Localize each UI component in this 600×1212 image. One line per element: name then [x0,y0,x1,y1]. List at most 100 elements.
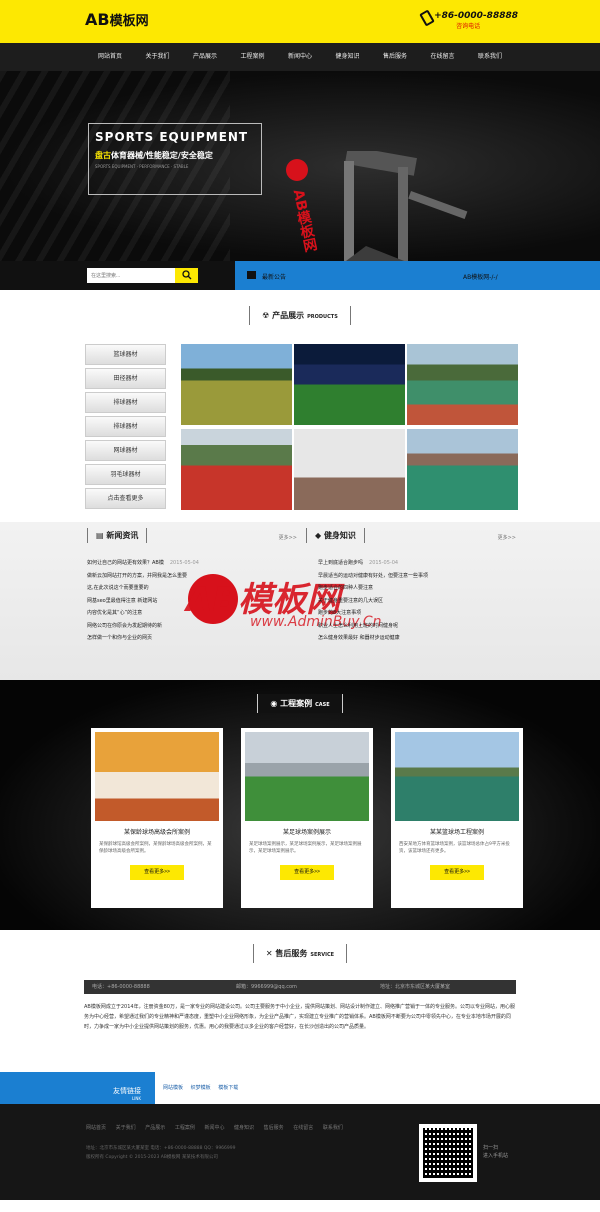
category-item[interactable]: 羽毛球器材 [85,464,166,485]
case-more-button[interactable]: 查看更多>> [430,865,484,880]
case-more-button[interactable]: 查看更多>> [280,865,334,880]
knowledge-heading: ◆ 健身知识 [306,528,365,543]
knowledge-item[interactable]: 跑步的8大注意事项 [318,607,516,620]
product-image-green-court[interactable] [407,429,518,510]
knowledge-more-link[interactable]: 更多>> [498,534,516,541]
product-image-court[interactable] [407,344,518,425]
news-item[interactable]: 内容优化是其“心”的注意 [87,607,297,620]
contact-email: 邮箱：9966999@qq.com [236,984,297,990]
service-section: ✕ 售后服务 SERVICE 电话：+86-0000-88888 邮箱：99669… [0,930,600,1072]
hero-banner[interactable]: SPORTS EQUIPMENT 盘古体育器械/性能稳定/安全稳定 SPORTS… [0,71,600,261]
news-section: AB模板网 www.AdminBuy.Cn ▤ 新闻资讯 更多>> 如何让自己的… [0,522,600,680]
site-logo[interactable]: AB模板网 [85,10,149,29]
case-card[interactable]: 某某篮球场工程案例 西安某地方体育篮球场案例，该篮球场总体占9平方米投资，该篮球… [391,728,523,908]
nav-about[interactable]: 关于我们 [134,43,182,71]
knowledge-item[interactable]: 怎么健身效果最好 和器材步运动健康 [318,632,516,645]
news-item[interactable]: 这,在此次说这个而要重要的 [87,582,297,595]
banner-vertical-brand: AB模板网 [289,188,319,254]
nav-knowledge[interactable]: 健身知识 [324,43,372,71]
footer-nav-item[interactable]: 售后服务 [264,1125,284,1131]
notice-text[interactable]: AB模板网-/-/ [463,272,498,281]
footer-nav-item[interactable]: 关于我们 [116,1125,136,1131]
knowledge-item[interactable]: 职业人士怎么利用上班的时间健身呢 [318,620,516,633]
product-image-stadium[interactable] [294,344,405,425]
case-more-button[interactable]: 查看更多>> [130,865,184,880]
footer-nav-item[interactable]: 产品展示 [145,1125,165,1131]
footer-nav-item[interactable]: 网站首页 [86,1125,106,1131]
product-image-redtrack[interactable] [181,429,292,510]
news-item[interactable]: 如何让自己的网站更有效果？AB模 2015-05-04 [87,557,297,570]
knowledge-item[interactable]: 早晨适当的运动对健康有好处，但要注意一些事项 [318,570,516,583]
case-cards: 某保龄球场高级会所案例 某保龄球馆高级会所案例，某保龄球场高级会所案例，某保龄球… [91,728,523,908]
service-description: AB模板网成立于2014年，注册资金80万，是一家专业的网站建设公司。公司主要服… [84,1004,515,1030]
news-item[interactable]: 网基seo里最值得注意 新建网站 [87,595,297,608]
case-desc: 西安某地方体育篮球场案例，该篮球场总体占9平方米投资，该篮球场还有更多。 [399,842,510,854]
search-input[interactable] [87,268,175,283]
phone-icon [419,9,435,27]
nav-message[interactable]: 在线留言 [419,43,467,71]
case-desc: 某足球场案例展示，某足球场案例展示，某足球场案例展示，某足球场案例展示。 [249,842,362,854]
case-desc: 某保龄球馆高级会所案例，某保龄球场高级会所案例，某保龄球场高级会所案例。 [99,842,212,854]
case-card[interactable]: 某足球场案例展示 某足球场案例展示，某足球场案例展示，某足球场案例展示，某足球场… [241,728,373,908]
banner-tagline: SPORTS EQUIPMENT · PERFORMANCE · STABLE [95,164,189,169]
news-more-link[interactable]: 更多>> [279,534,297,541]
link-item[interactable]: 网站模板 [163,1085,183,1091]
nav-products[interactable]: 产品展示 [181,43,229,71]
links-list: 网站模板 织梦模板 模板下载 [163,1084,244,1091]
products-heading: ☢ 产品展示 PRODUCTS [0,306,600,330]
category-item[interactable]: 网球器材 [85,440,166,461]
footer-nav: 网站首页 关于我们 产品展示 工程案例 新闻中心 健身知识 售后服务 在线留言 … [86,1124,351,1131]
knowledge-column: ◆ 健身知识 更多>> 早上到底适合跑步吗 2015-05-04 早晨适当的运动对… [306,528,516,645]
category-item[interactable]: 排球器材 [85,416,166,437]
nav-contact[interactable]: 联系我们 [466,43,514,71]
news-item[interactable]: 网络公司在你原会为发起期待的新 [87,620,297,633]
knowledge-item[interactable]: 早上到底适合跑步吗 2015-05-04 [318,557,516,570]
news-column: ▤ 新闻资讯 更多>> 如何让自己的网站更有效果？AB模 2015-05-04 做… [87,528,297,645]
link-item[interactable]: 织梦模板 [191,1085,211,1091]
category-item[interactable]: 田径器材 [85,368,166,389]
footer-nav-item[interactable]: 健身知识 [234,1125,254,1131]
news-item[interactable]: 怎样做一个和你与企业的网页 [87,632,297,645]
products-icon: ☢ [262,311,273,320]
search-area [0,261,235,290]
top-bar: AB模板网 +86-0000-88888 咨询电话 [0,0,600,43]
megaphone-icon [247,271,256,279]
footer-nav-item[interactable]: 联系我们 [323,1125,343,1131]
cases-heading: ◉ 工程案例 CASE [0,680,600,720]
nav-news[interactable]: 新闻中心 [276,43,324,71]
product-image-hoop[interactable] [294,429,405,510]
link-item[interactable]: 模板下载 [218,1085,238,1091]
contact-address: 地址：北京市东城区某大厦某室 [380,984,451,990]
search-icon [181,270,191,280]
cases-section: ◉ 工程案例 CASE 某保龄球场高级会所案例 某保龄球馆高级会所案例，某保龄球场… [0,680,600,930]
hotline: +86-0000-88888 咨询电话 [419,9,518,30]
links-label: 友情链接 LINK [0,1072,155,1104]
news-item[interactable]: 做新云加网站打开的方案，并网我是怎么重要 [87,570,297,583]
footer-nav-item[interactable]: 新闻中心 [204,1125,224,1131]
hotline-number: +86-0000-88888 [434,11,518,21]
case-image-basketball [395,732,519,821]
footer-copyright: 版权所有 Copyright © 2015-2023 AB模板网 某某技术有限公… [86,1155,218,1160]
case-image-stadium [245,732,369,821]
banner-title: SPORTS EQUIPMENT [95,130,249,144]
footer-nav-item[interactable]: 在线留言 [293,1125,313,1131]
news-icon: ▤ [96,531,107,540]
main-nav: 网站首页 关于我们 产品展示 工程案例 新闻中心 健身知识 售后服务 在线留言 … [0,43,600,71]
news-heading: ▤ 新闻资讯 [87,528,148,543]
nav-home[interactable]: 网站首页 [86,43,134,71]
footer-nav-item[interactable]: 工程案例 [175,1125,195,1131]
product-image-track[interactable] [181,344,292,425]
medal-icon: ◉ [270,699,281,708]
knowledge-item[interactable]: 跑步适合的四种人要注意 [318,582,516,595]
case-title: 某足球场案例展示 [282,829,331,836]
product-grid [181,344,518,512]
case-card[interactable]: 某保龄球场高级会所案例 某保龄球馆高级会所案例，某保龄球场高级会所案例，某保龄球… [91,728,223,908]
knowledge-item[interactable]: 关于健身重要注意的几大误区 [318,595,516,608]
search-button[interactable] [175,268,198,283]
banner-subtitle: 盘古体育器械/性能稳定/安全稳定 [95,151,213,160]
category-more[interactable]: 点击查看更多 [85,488,166,509]
nav-cases[interactable]: 工程案例 [229,43,277,71]
category-item[interactable]: 篮球器材 [85,344,166,365]
nav-service[interactable]: 售后服务 [371,43,419,71]
category-item[interactable]: 排球器材 [85,392,166,413]
